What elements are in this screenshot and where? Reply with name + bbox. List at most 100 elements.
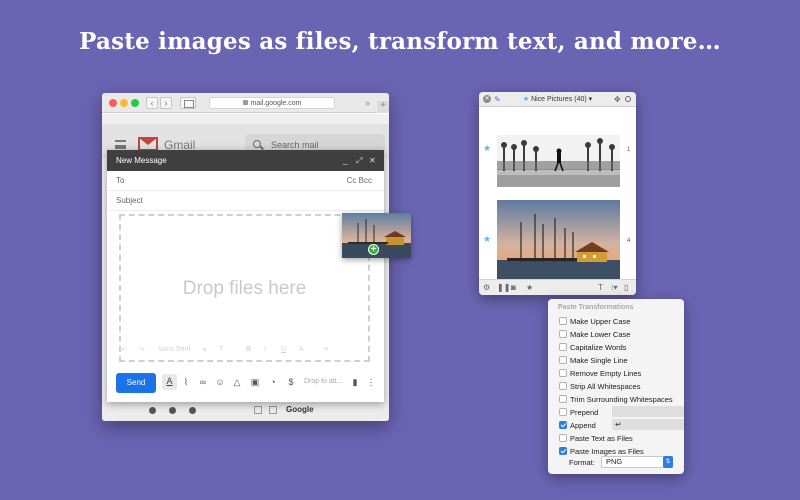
- checkbox[interactable]: [559, 434, 567, 442]
- panel-close-icon[interactable]: ✕: [483, 95, 491, 103]
- attach-icon[interactable]: ⌇: [181, 377, 191, 387]
- zoom-window-button[interactable]: [131, 99, 139, 107]
- menu-item-append[interactable]: Append ↵: [559, 419, 684, 434]
- compose-title: New Message: [116, 156, 167, 165]
- checkbox[interactable]: [559, 343, 567, 351]
- prepend-input[interactable]: [612, 406, 684, 417]
- checkbox[interactable]: [559, 330, 567, 338]
- checkbox-checked[interactable]: [559, 421, 567, 429]
- menu-icon[interactable]: [115, 140, 126, 149]
- format-label: Format:: [569, 458, 595, 467]
- row-sender: Google: [286, 405, 314, 414]
- drop-to-attach-text: Drop to att...: [304, 378, 343, 385]
- new-tab-button[interactable]: +: [377, 101, 389, 113]
- checkbox[interactable]: [559, 369, 567, 377]
- row-checkbox[interactable]: [254, 406, 262, 414]
- more-options-icon[interactable]: ⋮: [366, 377, 376, 387]
- clip-image-street: [497, 135, 620, 187]
- font-dropdown-icon[interactable]: ▾: [203, 346, 207, 354]
- menu-item-make-single-line[interactable]: Make Single Line: [559, 356, 684, 369]
- favorites-icon[interactable]: ★: [526, 282, 533, 294]
- minimize-icon[interactable]: _: [343, 150, 347, 171]
- transform-menu-icon[interactable]: ⁝▾: [611, 282, 618, 294]
- gear-icon[interactable]: ⚙: [483, 282, 490, 294]
- collection-dropdown-icon[interactable]: ▾: [589, 96, 593, 103]
- underline-icon[interactable]: U: [281, 346, 286, 353]
- clip-item[interactable]: ★ 1: [479, 135, 636, 194]
- checkbox[interactable]: [559, 356, 567, 364]
- favorite-star-icon[interactable]: ★: [483, 143, 491, 154]
- close-icon[interactable]: ✕: [369, 150, 376, 171]
- checkbox-checked[interactable]: [559, 447, 567, 455]
- drive-icon[interactable]: △: [232, 377, 242, 387]
- menu-item-make-lower-case[interactable]: Make Lower Case: [559, 330, 684, 343]
- menu-item-make-upper-case[interactable]: Make Upper Case: [559, 317, 684, 330]
- menu-item-label: Make Single Line: [570, 356, 628, 365]
- headline: Paste images as files, transform text, a…: [79, 28, 721, 55]
- menu-item-label: Make Lower Case: [570, 330, 631, 339]
- forward-button[interactable]: ›: [160, 97, 172, 109]
- trash-icon[interactable]: ▮: [350, 377, 360, 387]
- clip-item[interactable]: ★ 4: [479, 198, 636, 280]
- pin-icon[interactable]: ✎: [494, 92, 501, 107]
- link-icon[interactable]: ∞: [198, 377, 208, 387]
- address-bar[interactable]: mail.google.com: [209, 97, 335, 109]
- text-color-icon[interactable]: A: [299, 346, 304, 353]
- menu-item-label: Trim Surrounding Whitespaces: [570, 395, 673, 404]
- person-icon: [149, 407, 156, 414]
- paste-transformations-menu: Paste Transformations Make Upper Case Ma…: [548, 299, 684, 474]
- favorite-star-icon[interactable]: ★: [483, 234, 491, 245]
- align-icon[interactable]: ≡: [324, 346, 328, 353]
- lock-icon: [242, 100, 248, 105]
- undo-icon[interactable]: ↶: [121, 346, 127, 354]
- menu-item-label: Capitalize Words: [570, 343, 627, 352]
- text-size-icon[interactable]: T: [219, 346, 223, 353]
- photo-icon[interactable]: ▣: [250, 377, 260, 387]
- close-window-button[interactable]: [109, 99, 117, 107]
- drop-zone[interactable]: Drop files here: [119, 214, 370, 362]
- font-select[interactable]: Sans Serif: [158, 346, 190, 353]
- more-tabs-icon[interactable]: »: [365, 97, 370, 109]
- menu-item-capitalize-words[interactable]: Capitalize Words: [559, 343, 684, 356]
- sidebar-toggle-button[interactable]: [180, 97, 196, 109]
- checkbox[interactable]: [559, 317, 567, 325]
- back-button[interactable]: ‹: [146, 97, 158, 109]
- camera-icon[interactable]: ◙: [511, 282, 516, 294]
- menu-item-remove-empty-lines[interactable]: Remove Empty Lines: [559, 369, 684, 382]
- formatting-options-icon[interactable]: A: [162, 374, 177, 390]
- format-select[interactable]: PNG ⇅: [601, 456, 673, 468]
- compose-actions: Send A ⌇ ∞ ☺ △ ▣ ◔ $ Drop to att... ▮ ⋮: [107, 370, 384, 402]
- send-button[interactable]: Send: [116, 373, 156, 393]
- confidential-icon[interactable]: ◔: [268, 377, 278, 387]
- menu-item-paste-text-as-files[interactable]: Paste Text as Files: [559, 434, 684, 447]
- compose-header: New Message _ ⤢ ✕: [107, 150, 384, 171]
- pause-icon[interactable]: ❚❚: [497, 282, 510, 294]
- subject-field[interactable]: Subject: [107, 191, 384, 211]
- text-format-icon[interactable]: T: [598, 282, 603, 294]
- bold-icon[interactable]: B: [246, 346, 251, 353]
- move-icon[interactable]: ✥: [614, 92, 621, 107]
- gmail-row-preview[interactable]: Google: [102, 400, 389, 421]
- format-value: PNG: [606, 457, 623, 466]
- row-star-icon[interactable]: [269, 406, 277, 414]
- search-icon[interactable]: [625, 96, 631, 102]
- append-input[interactable]: ↵: [612, 419, 684, 430]
- minimize-window-button[interactable]: [120, 99, 128, 107]
- menu-item-strip-all-whitespaces[interactable]: Strip All Whitespaces: [559, 382, 684, 395]
- checkbox[interactable]: [559, 382, 567, 390]
- emoji-icon[interactable]: ☺: [215, 377, 225, 387]
- compose-window: New Message _ ⤢ ✕ To Cc Bcc Subject Drop…: [107, 150, 384, 402]
- money-icon[interactable]: $: [286, 377, 296, 387]
- collection-title[interactable]: Nice Pictures (40): [531, 96, 587, 103]
- checkbox[interactable]: [559, 395, 567, 403]
- to-field[interactable]: To Cc Bcc: [107, 171, 384, 191]
- italic-icon[interactable]: I: [264, 346, 266, 353]
- expand-icon[interactable]: ⤢: [356, 150, 362, 171]
- trash-icon[interactable]: ▯: [624, 282, 628, 294]
- clip-index: 4: [627, 238, 631, 244]
- redo-icon[interactable]: ↷: [139, 346, 145, 354]
- cc-bcc-link[interactable]: Cc Bcc: [347, 171, 372, 191]
- menu-item-label: Paste Images as Files: [570, 447, 644, 456]
- panel-toolbar: ⚙ ❚❚ ◙ ★ T ⁝▾ ▯: [479, 279, 636, 295]
- checkbox[interactable]: [559, 408, 567, 416]
